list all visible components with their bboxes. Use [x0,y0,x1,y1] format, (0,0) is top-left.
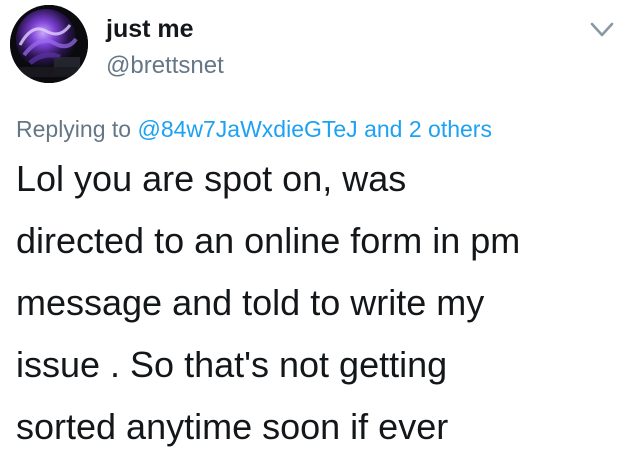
chevron-down-icon [590,22,614,37]
avatar[interactable] [10,5,88,83]
tweet-text-line: sorted anytime soon if ever [16,406,449,447]
others-link[interactable]: 2 others [409,116,492,142]
mention-link[interactable]: @84w7JaWxdieGTeJ [137,116,357,142]
tweet-text: Lol you are spot on, was directed to an … [16,148,616,458]
replying-conjunction: and [364,116,403,142]
replying-to: Replying to @84w7JaWxdieGTeJ and 2 other… [16,114,492,144]
tweet-text-line: message and told to write my [16,282,485,323]
display-name[interactable]: just me [106,14,194,44]
tweet-menu-button[interactable] [584,16,620,44]
tweet-text-line: issue . So that's not getting [16,344,448,385]
user-handle[interactable]: @brettsnet [106,52,224,80]
avatar-image [10,5,88,83]
tweet: just me @brettsnet Replying to @84w7JaWx… [0,0,640,452]
replying-prefix: Replying to [16,116,132,142]
tweet-text-line: Lol you are spot on, was [16,158,407,199]
tweet-text-line: directed to an online form in pm [16,220,521,261]
